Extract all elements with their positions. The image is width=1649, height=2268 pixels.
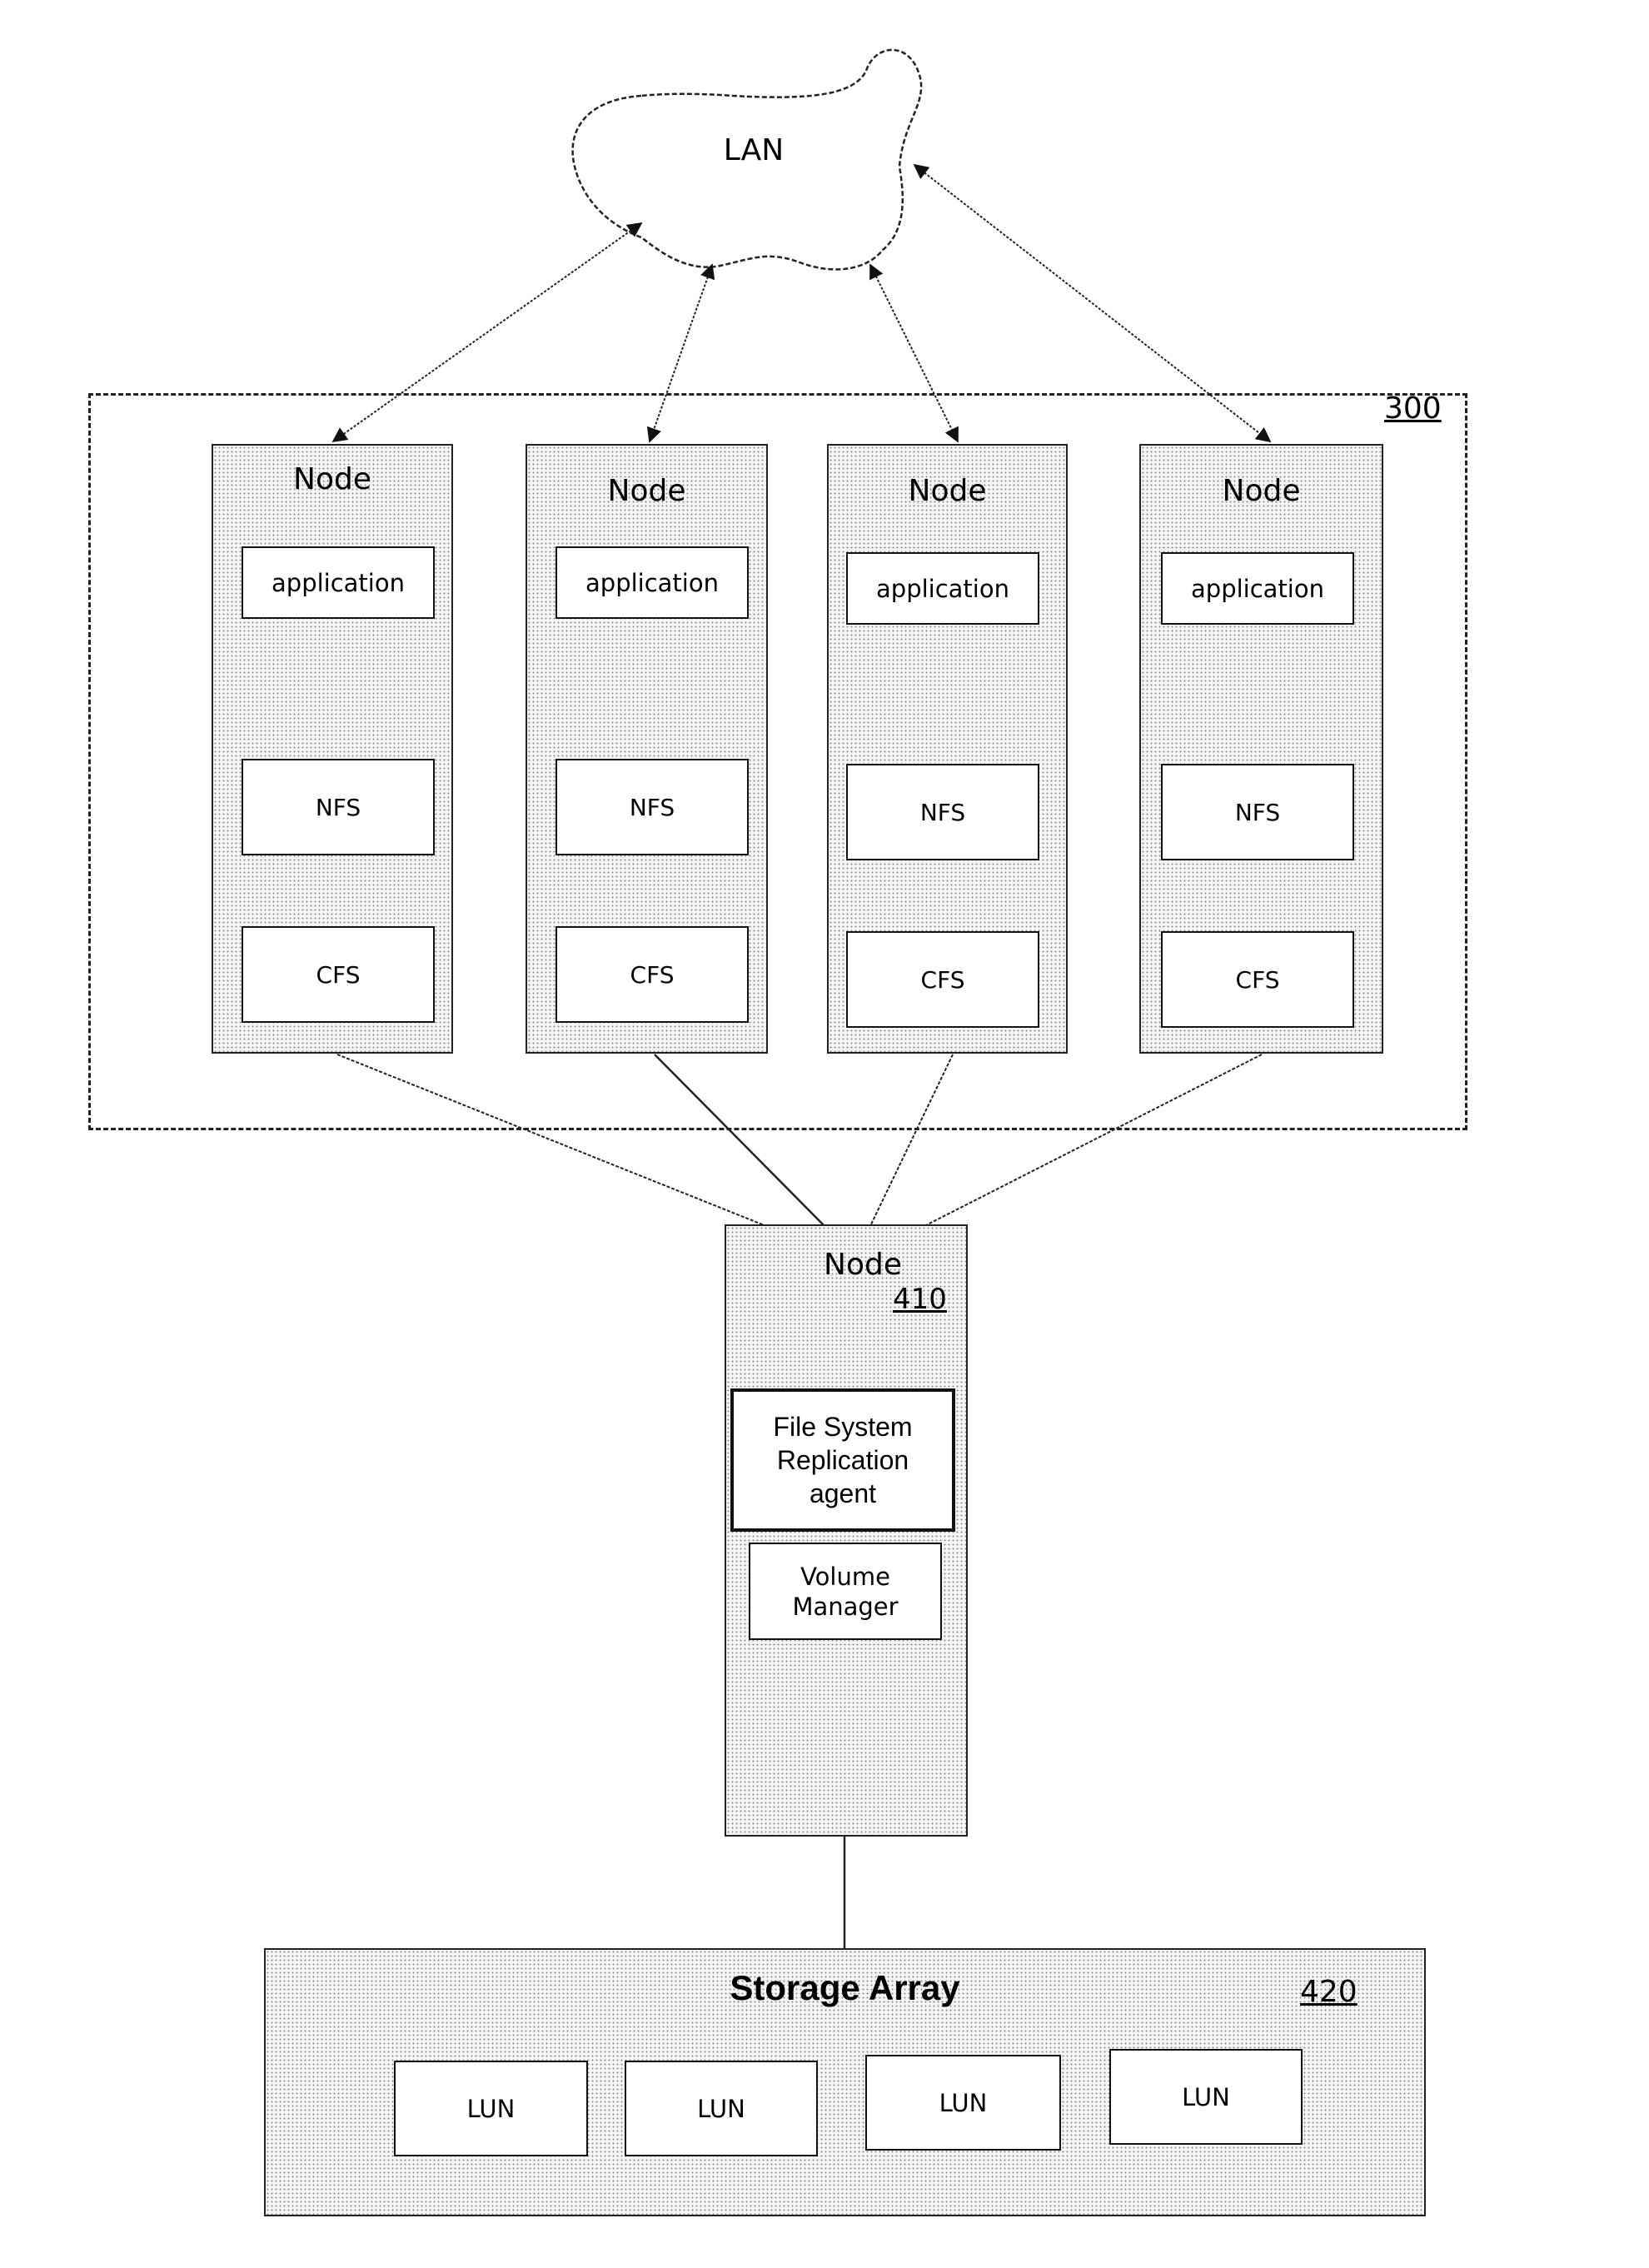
lun-box[interactable]: LUN [394, 2061, 588, 2156]
storage-array-title: Storage Array [730, 1968, 960, 2007]
lun-box[interactable]: LUN [625, 2061, 818, 2156]
node-title: Node [293, 462, 371, 496]
replication-node-ref: 410 [893, 1283, 947, 1316]
nfs-box[interactable]: NFS [555, 759, 749, 855]
storage-array[interactable]: Storage Array 420 LUN LUN LUN LUN [264, 1948, 1426, 2216]
application-box[interactable]: application [242, 546, 435, 619]
application-box[interactable]: application [1161, 552, 1354, 625]
storage-array-ref: 420 [1300, 1975, 1358, 2009]
connections-layer [331, 48, 1272, 1948]
lun-box[interactable]: LUN [1109, 2049, 1303, 2145]
node-title: Node [1222, 474, 1301, 508]
cfs-box[interactable]: CFS [242, 926, 435, 1023]
volume-manager-line: Manager [792, 1592, 899, 1621]
cfs-box[interactable]: CFS [555, 926, 749, 1023]
node-title: Node [908, 474, 987, 508]
nfs-box[interactable]: NFS [846, 764, 1039, 860]
lun-box[interactable]: LUN [865, 2055, 1061, 2151]
node-title: Node [607, 474, 686, 508]
agent-line: File System [773, 1412, 913, 1442]
lan-label: LAN [723, 133, 785, 167]
volume-manager-line: Volume [800, 1562, 890, 1591]
cluster-node[interactable]: Node application NFS CFS [1139, 444, 1383, 1054]
node-title: Node [824, 1248, 902, 1282]
file-system-replication-agent-box[interactable]: File System Replication agent [730, 1388, 955, 1532]
cluster-node[interactable]: Node application NFS CFS [526, 444, 768, 1054]
volume-manager-box[interactable]: Volume Manager [749, 1543, 942, 1640]
cluster-ref: 300 [1384, 391, 1442, 426]
cfs-box[interactable]: CFS [846, 931, 1039, 1028]
agent-line: Replication [776, 1445, 909, 1475]
cluster-node[interactable]: Node application NFS CFS [212, 444, 453, 1054]
nfs-box[interactable]: NFS [1161, 764, 1354, 860]
cfs-box[interactable]: CFS [1161, 931, 1354, 1028]
nfs-box[interactable]: NFS [242, 759, 435, 855]
agent-line: agent [809, 1478, 877, 1508]
cluster-node[interactable]: Node application NFS CFS [827, 444, 1068, 1054]
application-box[interactable]: application [555, 546, 749, 619]
application-box[interactable]: application [846, 552, 1039, 625]
replication-node[interactable]: Node 410 Volume Manager File System Repl… [725, 1224, 968, 1837]
